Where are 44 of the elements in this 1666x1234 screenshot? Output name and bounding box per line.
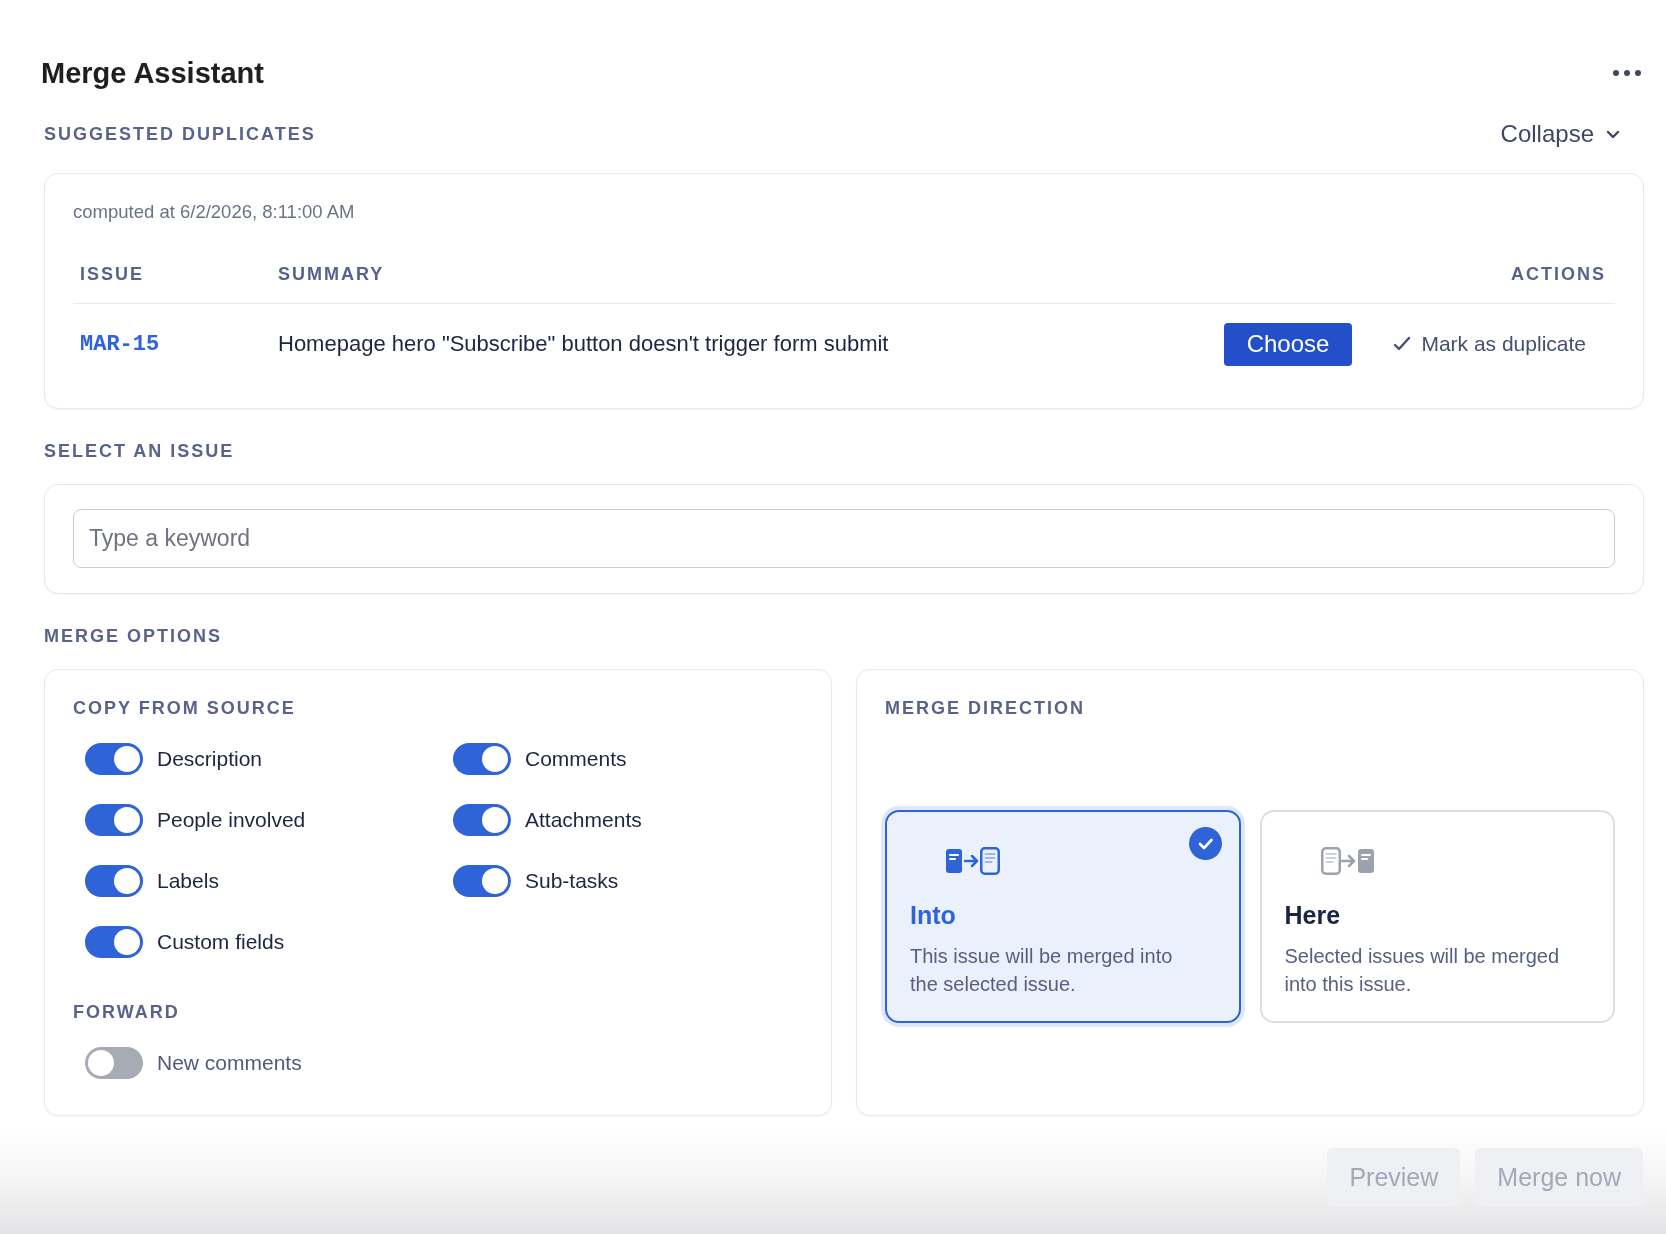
column-header: ACTIONS <box>1511 264 1607 285</box>
toggle-label: People involved <box>157 808 306 832</box>
column-header: SUMMARY <box>278 264 386 285</box>
documents-arrow-icon <box>946 847 1000 875</box>
section-heading: SELECT AN ISSUE <box>44 440 236 462</box>
toggle-label: Sub-tasks <box>525 869 619 893</box>
group-heading: MERGE DIRECTION <box>885 697 1086 719</box>
collapse-button[interactable]: Collapse <box>1498 119 1622 149</box>
toggle-switch[interactable] <box>453 804 511 836</box>
toggle-label: Description <box>157 747 263 771</box>
check-icon <box>1393 336 1412 352</box>
search-field[interactable]: Type a keyword <box>73 509 1615 568</box>
section-heading: MERGE OPTIONS <box>44 625 223 647</box>
chevron-down-icon <box>1606 129 1620 139</box>
toggle-switch[interactable] <box>453 743 511 775</box>
toggle-switch[interactable] <box>85 804 143 836</box>
toggle-switch[interactable] <box>85 926 143 958</box>
toggle-label: Comments <box>525 747 627 771</box>
option-description: This issue will be merged into the selected issue. <box>910 944 1174 997</box>
section-heading: SUGGESTED DUPLICATES <box>44 123 316 145</box>
toggle-label: Labels <box>157 869 219 893</box>
option-description: Selected issues will be merged into this issue. <box>1284 944 1561 997</box>
option-title: Here <box>1284 900 1342 931</box>
toggle-switch[interactable] <box>85 865 143 897</box>
toggle-switch[interactable] <box>85 1047 143 1079</box>
direction-option[interactable]: Here Selected issues will be merged into this issue. <box>1259 810 1615 1023</box>
option-title: Into <box>910 900 957 931</box>
toggle-switch[interactable] <box>453 865 511 897</box>
check-badge-icon <box>1188 827 1222 860</box>
mark-duplicate-button[interactable]: Mark as duplicate <box>1373 328 1606 360</box>
column-header: ISSUE <box>79 264 146 285</box>
more-icon[interactable] <box>1612 69 1642 77</box>
group-heading: COPY FROM SOURCE <box>73 697 297 719</box>
toggle-label: New comments <box>157 1051 302 1075</box>
toggle-switch[interactable] <box>85 743 143 775</box>
toggle-label: Custom fields <box>157 930 285 954</box>
choose-button[interactable]: Choose <box>1223 322 1353 366</box>
panel-title: Merge Assistant <box>41 56 264 90</box>
table-cell: Homepage hero "Subscribe" button doesn't trigger form submit <box>278 331 889 356</box>
toggle-label: Attachments <box>525 808 642 832</box>
documents-arrow-icon <box>1320 847 1375 875</box>
group-heading: FORWARD <box>73 1001 181 1023</box>
computed-time: computed at 6/2/2026, 8:11:00 AM <box>73 200 356 224</box>
issue-link[interactable]: MAR-15 <box>80 331 160 357</box>
